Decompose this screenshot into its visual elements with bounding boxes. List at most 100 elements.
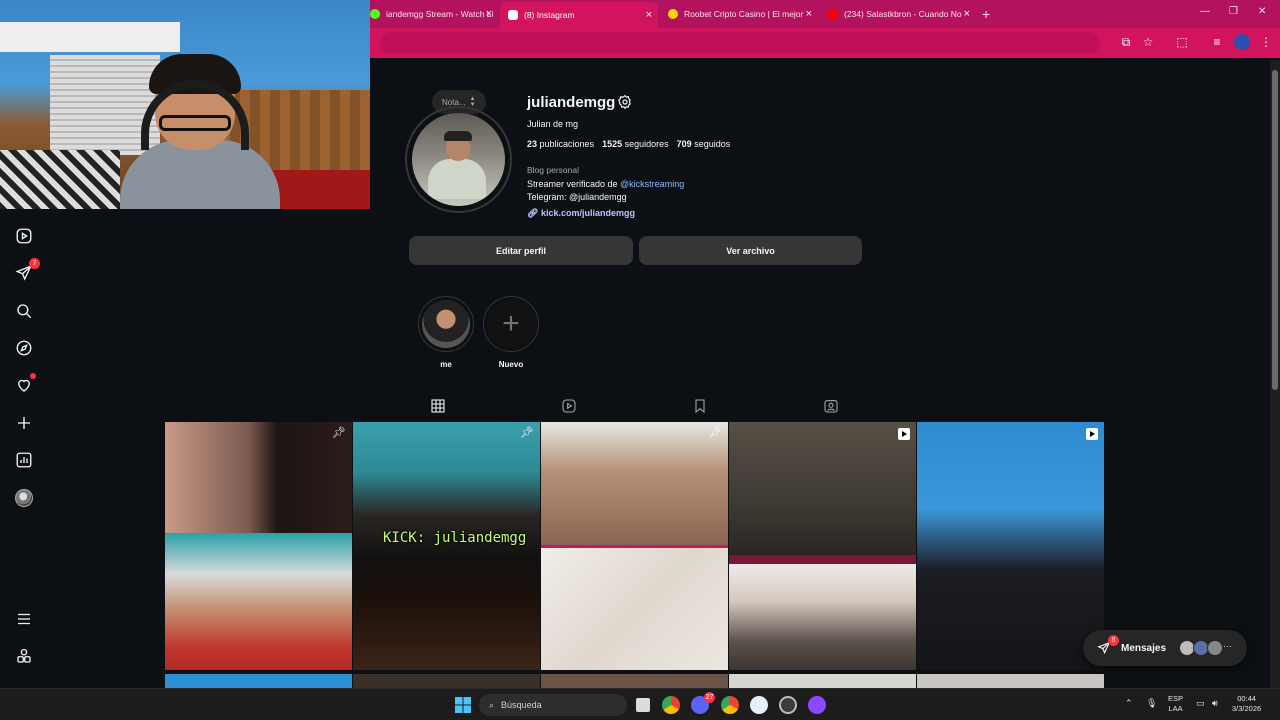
threads-apps-icon[interactable]	[14, 646, 34, 666]
network-icon[interactable]: ▭	[1196, 698, 1205, 708]
post-thumbnail[interactable]	[165, 674, 352, 688]
post-thumbnail[interactable]	[541, 545, 728, 670]
discord-app-icon[interactable]: 27	[691, 692, 715, 714]
post-thumbnail[interactable]	[541, 674, 728, 688]
search-nav-icon[interactable]	[14, 301, 34, 321]
post-thumbnail[interactable]	[729, 422, 916, 555]
kick-overlay-text: KICK: juliandemgg	[383, 530, 527, 546]
bio-line-2: Telegram: @juliandemgg	[527, 192, 627, 202]
roobet-favicon-icon	[668, 9, 678, 19]
create-nav-icon[interactable]	[14, 413, 34, 433]
following-stat[interactable]: 709 seguidos	[677, 139, 731, 149]
post-thumbnail[interactable]: 📌︎ KICK: juliandemgg	[353, 422, 540, 670]
saved-tab-icon[interactable]	[692, 398, 708, 414]
search-placeholder: Búsqueda	[501, 700, 542, 710]
post-thumbnail[interactable]	[165, 533, 352, 670]
steam-app-icon[interactable]	[779, 696, 797, 714]
tab-kick[interactable]: iandemgg Stream - Watch Li ×	[362, 4, 498, 24]
bio-mention-link[interactable]: @kickstreaming	[620, 179, 684, 189]
posts-grid-tab-icon[interactable]	[430, 398, 446, 414]
view-archive-button[interactable]: Ver archivo	[639, 236, 862, 265]
post-thumbnail[interactable]	[729, 674, 916, 688]
taskbar-search[interactable]: ⌕ Búsqueda	[479, 694, 627, 716]
profile-avatar-icon[interactable]	[1234, 34, 1250, 50]
tab-title: (234) Salastkbron - Cuando No	[844, 9, 962, 19]
streamer	[120, 54, 280, 209]
post-thumbnail[interactable]	[353, 674, 540, 688]
volume-icon[interactable]: 🔊︎	[1212, 698, 1218, 708]
plus-icon: +	[502, 307, 520, 340]
reels-tab-icon[interactable]	[561, 398, 577, 414]
highlight-me[interactable]: me	[417, 296, 475, 369]
tab-close-icon[interactable]: ×	[486, 8, 492, 20]
highlight-label: me	[440, 360, 452, 369]
tab-close-icon[interactable]: ×	[806, 8, 812, 20]
posts-stat: 23 publicaciones	[527, 139, 595, 149]
clock[interactable]: 00:44 3/3/2026	[1232, 694, 1261, 714]
minimize-button[interactable]: —	[1200, 6, 1210, 17]
tab-title: iandemgg Stream - Watch Li	[386, 9, 494, 19]
avatar	[1207, 640, 1223, 656]
chrome-active-app-icon[interactable]	[721, 696, 739, 714]
notifications-heart-icon[interactable]	[14, 373, 36, 395]
post-thumbnail[interactable]	[917, 422, 1104, 670]
messages-nav-icon[interactable]: 7	[14, 258, 40, 283]
reels-nav-icon[interactable]	[14, 226, 34, 246]
webcam-overlay	[0, 0, 370, 209]
app-icon[interactable]	[750, 696, 768, 714]
tab-youtube[interactable]: (234) Salastkbron - Cuando No ×	[820, 4, 976, 24]
messages-badge: 8	[1108, 635, 1119, 646]
tab-roobet[interactable]: Roobet Cripto Casino | El mejor ×	[660, 4, 818, 24]
kick-favicon-icon	[370, 9, 380, 19]
profile-nav-avatar[interactable]	[14, 488, 34, 508]
address-bar[interactable]	[380, 32, 1100, 54]
dashboard-nav-icon[interactable]	[14, 450, 34, 470]
messages-label: Mensajes	[1121, 642, 1167, 654]
link-icon: 🔗︎	[527, 208, 539, 218]
reel-icon	[898, 428, 910, 440]
microphone-icon[interactable]: 🎙︎	[1146, 698, 1157, 708]
profile-full-name: Julian de mg	[527, 119, 579, 129]
explore-nav-icon[interactable]	[14, 338, 34, 358]
bookmark-star-icon[interactable]: ☆	[1140, 34, 1156, 50]
new-tab-button[interactable]: +	[982, 6, 990, 22]
app-icon[interactable]	[808, 696, 826, 714]
post-thumbnail[interactable]: 📌︎	[541, 422, 728, 545]
post-thumbnail[interactable]	[729, 555, 916, 670]
messages-pill[interactable]: 8 Mensajes ···	[1083, 630, 1247, 666]
tab-instagram[interactable]: (8) Instagram ×	[500, 2, 658, 28]
messages-send-icon: 8	[1097, 635, 1119, 655]
maximize-button[interactable]: ❐	[1229, 6, 1238, 17]
more-menu-icon[interactable]	[14, 609, 34, 629]
extensions-icon[interactable]: ⬚	[1174, 34, 1190, 50]
tab-close-icon[interactable]: ×	[646, 9, 652, 21]
tab-close-icon[interactable]: ×	[964, 8, 970, 20]
highlight-new[interactable]: + Nuevo	[482, 296, 540, 369]
chrome-app-icon[interactable]	[662, 696, 680, 714]
post-thumbnail[interactable]: 📌︎	[165, 422, 352, 533]
air-conditioner	[0, 22, 180, 52]
post-thumbnail[interactable]	[917, 674, 1104, 688]
discord-badge: 27	[704, 692, 715, 703]
page-scrollbar[interactable]	[1270, 60, 1280, 690]
tray-chevron-icon[interactable]: ⌃	[1125, 698, 1133, 708]
followers-stat[interactable]: 1525 seguidores	[602, 139, 669, 149]
windows-start-icon[interactable]	[455, 697, 471, 713]
settings-gear-icon[interactable]	[617, 94, 633, 110]
language-indicator[interactable]: ESP LAA	[1168, 694, 1183, 714]
task-view-icon[interactable]	[636, 698, 650, 712]
cast-icon[interactable]: ⧉	[1118, 34, 1134, 50]
tab-title: (8) Instagram	[524, 10, 575, 20]
scrollbar-thumb[interactable]	[1272, 70, 1278, 390]
browser-menu-icon[interactable]: ⋮	[1258, 34, 1274, 50]
window-close-button[interactable]: ✕	[1258, 6, 1266, 17]
tagged-tab-icon[interactable]	[823, 398, 839, 414]
edit-profile-button[interactable]: Editar perfil	[409, 236, 633, 265]
pinned-icon: 📌︎	[520, 427, 534, 439]
profile-external-link[interactable]: 🔗︎ kick.com/juliandemgg	[527, 208, 635, 219]
notification-dot	[30, 373, 36, 379]
profile-avatar[interactable]	[405, 106, 512, 213]
more-dots-icon: ···	[1223, 641, 1232, 651]
media-controls-icon[interactable]: ≡	[1209, 34, 1225, 50]
note-arrows-icon: ▲ ▼	[469, 96, 476, 108]
